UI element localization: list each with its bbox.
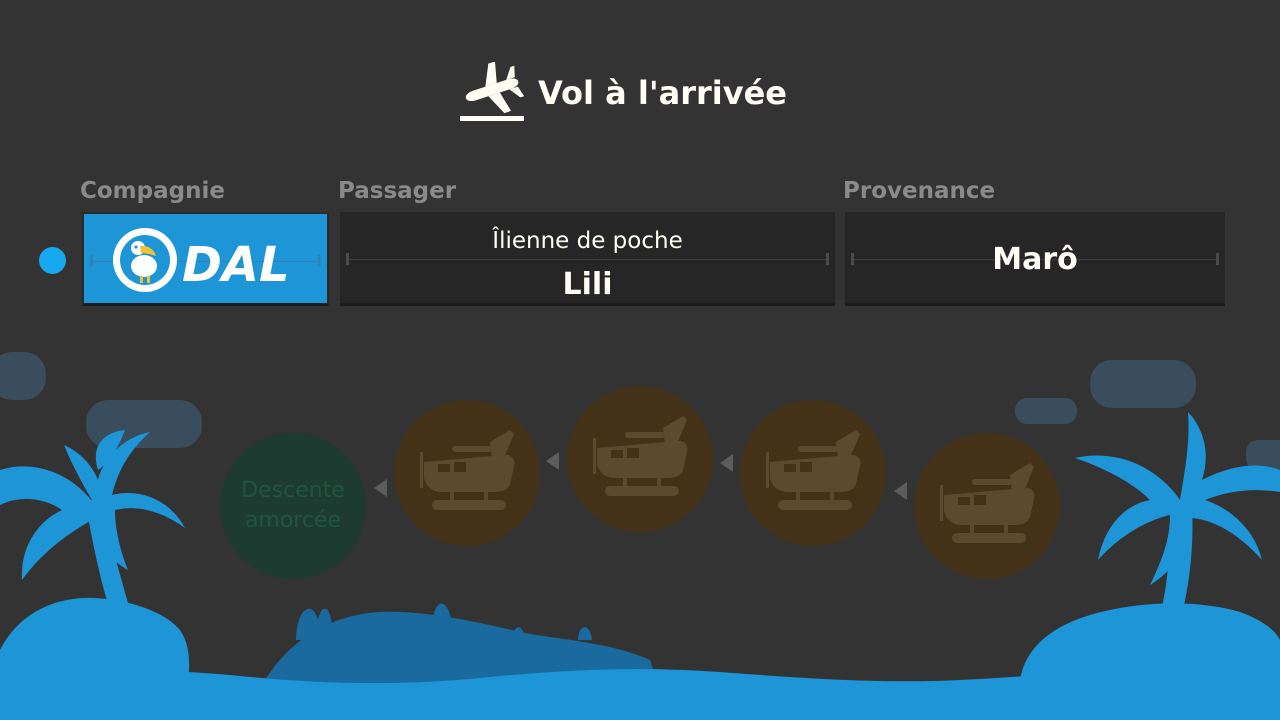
dal-airline-logo: DAL <box>113 228 290 293</box>
cloud <box>1246 440 1280 470</box>
origin-cell: Marô <box>845 212 1225 306</box>
passenger-cell: Îlienne de poche Lili <box>340 212 835 306</box>
stage-seaplane-3 <box>567 386 713 532</box>
sea <box>0 663 1280 720</box>
progress-arrow-icon <box>720 454 733 472</box>
stage-seaplane-1 <box>914 433 1060 579</box>
flap-tick <box>318 255 321 267</box>
page-title-bar: Vol à l'arrivée <box>458 62 787 124</box>
progress-arrow-icon <box>374 479 387 497</box>
stage-descent-started: Descente amorcée <box>220 433 366 579</box>
progress-arrow-icon <box>894 482 907 500</box>
origin-name: Marô <box>992 242 1078 277</box>
plane-landing-icon <box>460 62 524 121</box>
stage-label-line2: amorcée <box>244 508 342 533</box>
flap-divider <box>348 259 827 260</box>
seaplane-icon <box>420 430 515 510</box>
company-cell: DAL <box>82 212 329 306</box>
seaplane-icon <box>940 463 1035 543</box>
flap-tick <box>346 253 349 265</box>
page-title: Vol à l'arrivée <box>538 74 787 112</box>
row-indicator-dot <box>39 247 66 274</box>
column-header-passenger: Passager <box>338 178 457 204</box>
flap-tick <box>826 253 829 265</box>
stage-seaplane-4 <box>394 400 540 546</box>
left-palm-leaves <box>0 432 185 580</box>
cloud <box>1090 360 1196 408</box>
cloud <box>0 352 46 400</box>
right-palm-leaves <box>1075 412 1280 585</box>
column-header-company: Compagnie <box>80 178 225 204</box>
dal-logo-text: DAL <box>182 237 290 293</box>
column-header-origin: Provenance <box>843 178 996 204</box>
stage-seaplane-2 <box>740 400 886 546</box>
progress-arrow-icon <box>546 452 559 470</box>
passenger-name: Lili <box>562 267 613 302</box>
passenger-title: Îlienne de poche <box>492 228 683 254</box>
flap-tick <box>90 255 93 267</box>
seaplane-icon <box>766 430 861 510</box>
cloud <box>1015 398 1077 424</box>
seaplane-icon <box>593 416 688 496</box>
stage-label-line1: Descente <box>241 478 345 503</box>
